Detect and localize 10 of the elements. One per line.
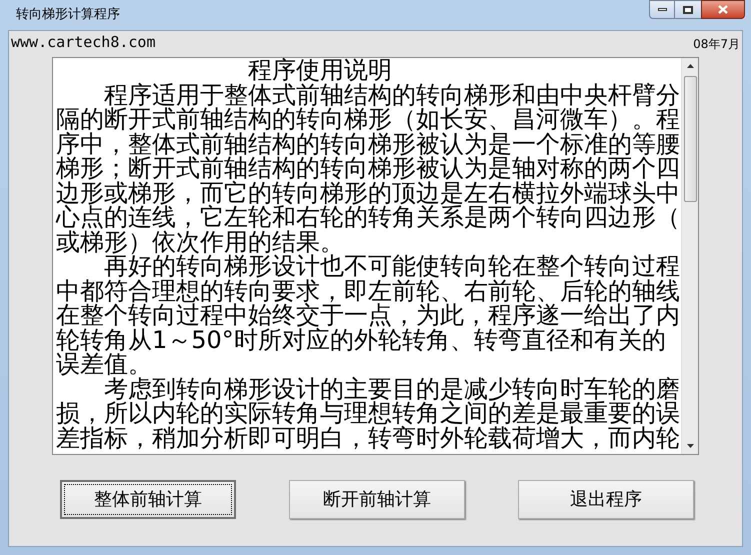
date-label: 08年7月 bbox=[693, 36, 740, 53]
command-button[interactable]: 断开前轴计算 bbox=[289, 480, 465, 519]
window-title: 转向梯形计算程序 bbox=[15, 6, 120, 24]
paragraph: 再好的转向梯形设计也不可能使转向轮在整个转向过程中都符合理想的转向要求，即左前轮、右前轮、后轮的轴线在整个转向过程中始终交于一点，为此，程序遂一给出了内轮转角从1～50°时所对应的外轮转角、转弯直径和有关的误差值。 bbox=[56, 254, 680, 376]
paragraph: 程序适用于整体式前轴结构的转向梯形和由中央杆臂分隔的断开式前轴结构的转向梯形（如长安、昌河微车）。程序中，整体式前轴结构的转向梯形被认为是一个标准的等腰梯形；断开式前轴结构的转向梯形被认为是轴对称的两个四边形或梯形，而它的转向梯形的顶边是左右横拉外端球头中心点的连线，它左轮和右轮的转角关系是两个转向四边形（或梯形）依次作用的结果。 bbox=[56, 82, 680, 254]
paragraph: 考虑到转向梯形设计的主要目的是减少转向时车轮的磨损，所以内轮的实际转角与理想转角之间的差是最重要的误差指标，稍加分析即可明白，转弯时外轮载荷增大，而内轮 bbox=[56, 376, 680, 450]
website-label: www.cartech8.com bbox=[11, 32, 156, 53]
document-title: 程序使用说明 bbox=[248, 58, 393, 82]
command-button[interactable]: 整体前轴计算 bbox=[60, 480, 236, 519]
command-button[interactable]: 退出程序 bbox=[518, 480, 694, 519]
